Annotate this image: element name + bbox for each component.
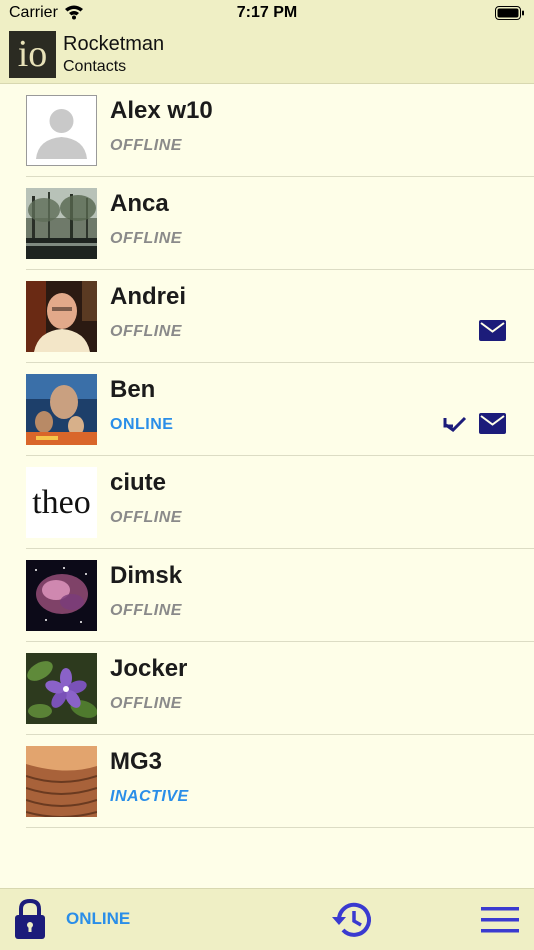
contact-row[interactable]: Dimsk OFFLINE [0,549,534,642]
lock-icon[interactable] [12,898,48,945]
contact-status: OFFLINE [110,695,182,712]
contact-name: Alex w10 [110,97,213,124]
contact-status: OFFLINE [110,323,182,340]
contact-status: INACTIVE [110,788,189,805]
contact-list: Alex w10 OFFLINE Anca OFFLINE Andrei OFF… [0,84,534,828]
contact-row[interactable]: Ben ONLINE [0,363,534,456]
contact-name: Andrei [110,283,187,310]
contact-name: Anca [110,190,169,217]
contact-row[interactable]: Jocker OFFLINE [0,642,534,735]
avatar [26,95,97,166]
battery-icon [495,6,525,25]
contact-row[interactable]: Alex w10 OFFLINE [0,84,534,177]
contact-row[interactable]: MG3 INACTIVE [0,735,534,828]
contact-status: OFFLINE [110,509,182,526]
app-logo: io [9,31,56,78]
bottom-toolbar: ONLINE [0,888,534,950]
clock: 7:17 PM [236,4,298,21]
app-title: Rocketman [63,33,165,55]
delivered-check-icon [443,416,467,437]
avatar [26,281,97,352]
connection-status: ONLINE [66,909,131,928]
contact-status: OFFLINE [110,137,182,154]
contact-row[interactable]: theo ciute OFFLINE [0,456,534,549]
avatar: theo [26,467,97,538]
contact-row[interactable]: Anca OFFLINE [0,177,534,270]
contact-name: Dimsk [110,562,183,589]
page-title: Contacts [63,58,127,75]
avatar [26,560,97,631]
status-bar: Carrier 7:17 PM [0,0,534,26]
avatar [26,653,97,724]
contact-name: Jocker [110,655,188,682]
contact-row[interactable]: Andrei OFFLINE [0,270,534,363]
envelope-icon[interactable] [479,320,506,346]
contact-status: OFFLINE [110,602,182,619]
hamburger-menu-icon[interactable] [481,906,519,939]
avatar [26,746,97,817]
contact-status: OFFLINE [110,230,182,247]
avatar [26,188,97,259]
contact-name: ciute [110,469,167,496]
contact-status: ONLINE [110,416,174,433]
avatar [26,374,97,445]
app-header: io Rocketman Contacts [0,26,534,84]
history-icon[interactable] [330,900,374,945]
contact-name: MG3 [110,748,163,775]
avatar-text: theo [32,484,91,521]
contact-name: Ben [110,376,156,403]
envelope-icon[interactable] [479,413,506,439]
